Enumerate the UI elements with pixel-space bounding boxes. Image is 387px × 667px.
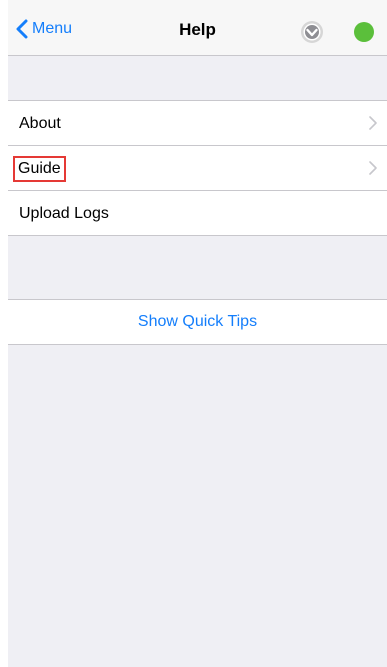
list-item-about[interactable]: About <box>8 101 387 146</box>
quick-tips-row[interactable]: Show Quick Tips <box>8 299 387 345</box>
list-item-guide[interactable]: Guide <box>8 145 387 191</box>
about-label: About <box>19 114 61 132</box>
status-indicator <box>354 22 374 42</box>
left-margin <box>0 0 8 667</box>
chevron-right-icon <box>369 161 377 175</box>
guide-label: Guide <box>13 155 66 182</box>
help-menu-list: About Guide Upload Logs <box>8 100 387 236</box>
chevron-right-icon <box>369 116 377 130</box>
navigation-bar: Menu Help <box>8 0 387 56</box>
list-item-upload-logs[interactable]: Upload Logs <box>8 190 387 236</box>
help-screen: Menu Help About Guide Upload Logs Show Q… <box>8 0 387 667</box>
upload-logs-label: Upload Logs <box>19 204 109 222</box>
page-title: Help <box>179 20 216 39</box>
show-quick-tips-button[interactable]: Show Quick Tips <box>138 313 257 331</box>
connection-icon[interactable] <box>300 20 324 44</box>
